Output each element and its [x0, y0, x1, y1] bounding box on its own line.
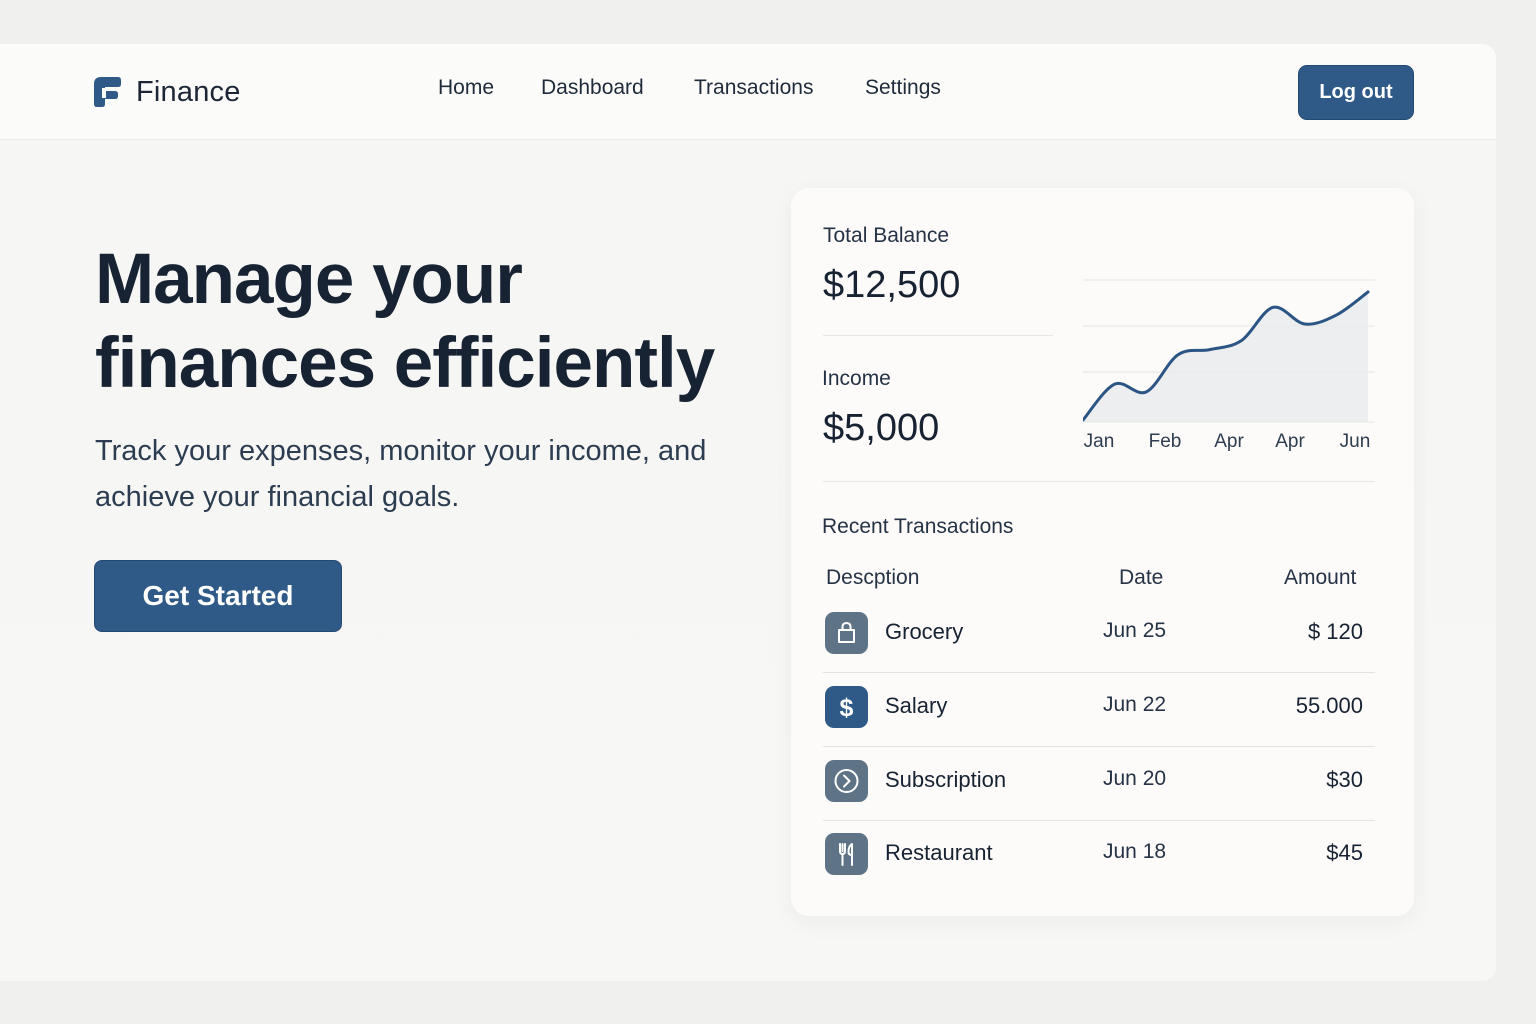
app-window: Finance Home Dashboard Transactions Sett… [0, 44, 1496, 981]
transaction-description: Subscription [885, 767, 1007, 792]
logout-button[interactable]: Log out [1298, 65, 1414, 120]
transaction-row[interactable]: Grocery Jun 25 $ 120 [823, 599, 1375, 673]
top-navbar: Finance Home Dashboard Transactions Sett… [0, 44, 1496, 140]
col-header-description: Descption [826, 566, 920, 589]
col-header-amount: Amount [1284, 566, 1357, 589]
finance-logo-icon [94, 77, 121, 107]
chart-x-tick-label: Apr [1214, 431, 1244, 452]
dollar-icon: $ [825, 686, 868, 728]
nav-settings[interactable]: Settings [865, 76, 941, 100]
balance-divider [823, 335, 1053, 336]
recent-transactions-title: Recent Transactions [822, 515, 1014, 538]
svg-text:$: $ [840, 694, 854, 722]
transaction-description: Restaurant [885, 840, 993, 865]
income-value: $5,000 [823, 407, 940, 449]
transaction-amount: $ 120 [1307, 619, 1363, 644]
transaction-date: Jun 20 [1103, 767, 1167, 790]
transaction-date: Jun 25 [1103, 619, 1167, 642]
fork-knife-icon [825, 833, 868, 875]
income-label: Income [822, 367, 891, 390]
chart-x-tick-label: Feb [1149, 431, 1182, 452]
section-divider [823, 481, 1375, 482]
transaction-row[interactable]: Restaurant Jun 18 $45 [823, 820, 1375, 894]
finance-summary-card: Total Balance $12,500 Income $5,000 Jan F… [791, 188, 1414, 916]
transaction-row[interactable]: $ Salary Jun 22 55.000 [823, 673, 1375, 747]
shopping-bag-icon [825, 612, 868, 654]
chart-x-tick-label: Jan [1084, 431, 1115, 452]
transaction-amount: $30 [1326, 767, 1363, 792]
income-line-chart: Jan Feb Apr Apr Jun [1083, 279, 1375, 452]
transaction-date: Jun 22 [1103, 693, 1167, 716]
chart-x-axis: Jan Feb Apr Apr Jun [1084, 431, 1371, 452]
transaction-row[interactable]: Subscription Jun 20 $30 [823, 747, 1375, 821]
hero-subtitle: Track your expenses, monitor your income… [95, 435, 707, 513]
nav-home[interactable]: Home [438, 76, 494, 100]
get-started-button[interactable]: Get Started [94, 560, 342, 632]
transaction-description: Salary [885, 693, 948, 718]
total-balance-label: Total Balance [823, 224, 950, 247]
chart-x-tick-label: Apr [1275, 431, 1305, 452]
nav-dashboard[interactable]: Dashboard [541, 76, 644, 100]
total-balance-value: $12,500 [823, 264, 961, 306]
chart-x-tick-label: Jun [1340, 431, 1371, 452]
brand-name: Finance [136, 75, 241, 108]
col-header-date: Date [1119, 566, 1164, 589]
nav-transactions[interactable]: Transactions [694, 76, 813, 100]
hero-title: Manage your finances efficiently [95, 240, 715, 403]
transaction-amount: 55.000 [1295, 693, 1363, 718]
play-circle-icon [825, 760, 868, 802]
chart-area-fill [1083, 292, 1368, 422]
transaction-date: Jun 18 [1103, 840, 1167, 863]
transaction-amount: $45 [1326, 840, 1363, 865]
brand[interactable]: Finance [91, 74, 241, 110]
transaction-description: Grocery [885, 619, 964, 644]
